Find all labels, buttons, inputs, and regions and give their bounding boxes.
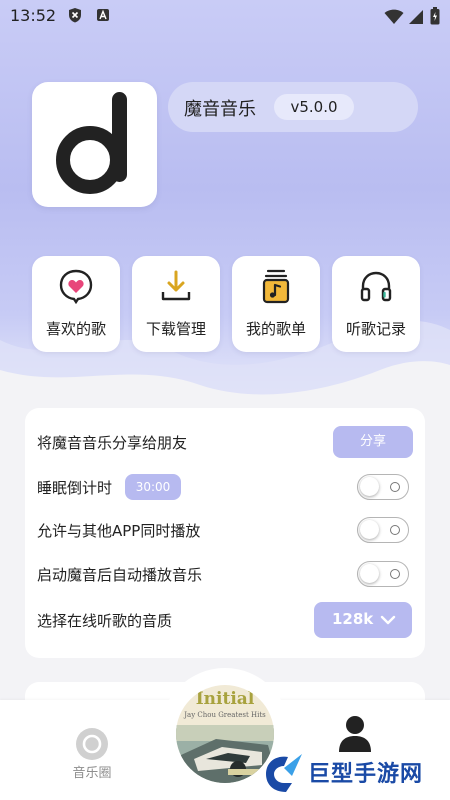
- mix-play-toggle[interactable]: [357, 517, 409, 543]
- sleep-timer-toggle[interactable]: [357, 474, 409, 500]
- app-name: 魔音音乐: [184, 99, 256, 120]
- app-info-pill: 魔音音乐 v5.0.0: [168, 82, 418, 132]
- autoplay-label: 启动魔音后自动播放音乐: [37, 566, 203, 584]
- keyboard-a-icon: [96, 7, 110, 27]
- toggle-off-indicator: [390, 525, 400, 535]
- playlist-icon: [262, 269, 290, 304]
- nav-label-music-circle[interactable]: 音乐圈: [60, 762, 124, 781]
- tile-favorites[interactable]: 喜欢的歌: [32, 256, 120, 352]
- settings-card: 将魔音音乐分享给朋友 分享 睡眠倒计时 30:00 允许与其他APP同时播放 启…: [25, 408, 425, 658]
- chevron-down-icon: [380, 615, 396, 625]
- status-time: 13:52: [10, 6, 57, 25]
- heart-icon: [59, 269, 93, 304]
- download-icon: [161, 270, 191, 301]
- watermark: 巨型手游网: [262, 748, 450, 800]
- quality-value: 128k: [332, 610, 374, 628]
- toggle-knob: [360, 520, 379, 539]
- tile-downloads[interactable]: 下载管理: [132, 256, 220, 352]
- autoplay-toggle[interactable]: [357, 561, 409, 587]
- now-playing-album-cover[interactable]: Initial Jay Chou Greatest Hits: [176, 685, 274, 783]
- battery-icon: [430, 7, 440, 29]
- toggle-knob: [360, 564, 379, 583]
- wifi-icon: [384, 9, 404, 29]
- watermark-text: 巨型手游网: [308, 762, 424, 787]
- tile-playlists[interactable]: 我的歌单: [232, 256, 320, 352]
- album-title: Initial: [195, 689, 255, 709]
- status-bar: 13:52: [0, 0, 450, 32]
- quality-select[interactable]: 128k: [314, 602, 412, 638]
- tile-label: 听歌记录: [345, 320, 406, 338]
- toggle-off-indicator: [390, 569, 400, 579]
- signal-icon: [408, 9, 424, 29]
- music-circle-icon[interactable]: [74, 726, 110, 762]
- share-label: 将魔音音乐分享给朋友: [37, 434, 188, 452]
- app-logo: [32, 82, 157, 207]
- tile-label: 喜欢的歌: [45, 320, 106, 338]
- sleep-timer-value[interactable]: 30:00: [125, 474, 181, 500]
- headphones-icon: [360, 271, 392, 302]
- album-subtitle: Jay Chou Greatest Hits: [184, 711, 266, 719]
- tile-label: 我的歌单: [245, 320, 306, 338]
- mix-play-label: 允许与其他APP同时播放: [37, 522, 201, 540]
- watermark-logo-icon: [266, 754, 302, 792]
- tile-history[interactable]: 听歌记录: [332, 256, 420, 352]
- quality-label: 选择在线听歌的音质: [37, 612, 173, 630]
- toggle-off-indicator: [390, 482, 400, 492]
- toggle-knob: [360, 477, 379, 496]
- version-badge: v5.0.0: [274, 94, 354, 120]
- share-button[interactable]: 分享: [333, 426, 413, 458]
- shield-icon: [68, 7, 82, 27]
- album-photo: [176, 725, 274, 783]
- logo-d-icon: [56, 92, 127, 194]
- tile-label: 下载管理: [145, 320, 206, 338]
- sleep-timer-label: 睡眠倒计时: [37, 479, 113, 497]
